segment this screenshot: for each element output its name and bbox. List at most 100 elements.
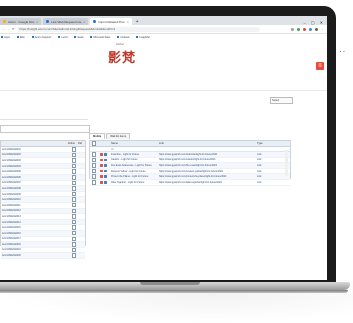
browser-tab-2[interactable]: Link Web Request Inte × xyxy=(43,18,89,25)
row-name: Protect the Planet - Light for Future xyxy=(111,175,149,179)
delete-icon[interactable] xyxy=(100,153,103,156)
column-header-name[interactable]: Name xyxy=(109,142,159,145)
bookmark-item[interactable]: Apps xyxy=(1,35,10,39)
row-checkbox[interactable] xyxy=(90,168,98,174)
row-checkbox[interactable] xyxy=(71,225,76,230)
edit-icon[interactable] xyxy=(104,153,107,156)
row-link[interactable]: https://www.gyaproh.com/respect-yellow/l… xyxy=(159,170,257,173)
close-icon[interactable]: × xyxy=(83,20,85,24)
row-link[interactable]: https://www.gyaproh.com/fire-evac/light-… xyxy=(159,164,257,167)
edit-icon[interactable] xyxy=(104,180,107,184)
filter-link[interactable]: - xyxy=(159,148,257,151)
reload-icon[interactable]: ⟳ xyxy=(12,27,15,31)
edit-icon[interactable] xyxy=(104,164,107,167)
row-checkbox[interactable] xyxy=(71,169,76,174)
edit-icon[interactable] xyxy=(104,175,107,178)
tab-mobile[interactable]: Mobile xyxy=(89,133,106,139)
extension-icon[interactable] xyxy=(297,27,300,31)
row-checkbox[interactable] xyxy=(90,152,98,157)
row-checkbox[interactable] xyxy=(71,236,76,242)
close-icon[interactable]: × xyxy=(127,20,129,24)
extension-icon[interactable] xyxy=(309,27,312,31)
row-name: Fire Evac Awareness - Light for Future xyxy=(111,163,152,167)
row-link[interactable]: https://www.gyaproh.com/protect-the-plan… xyxy=(159,175,257,178)
edit-icon[interactable] xyxy=(104,158,107,162)
bookmark-icon xyxy=(31,35,34,38)
bookmark-item[interactable]: Microsoft Sites xyxy=(90,35,110,39)
close-icon[interactable]: × xyxy=(36,20,38,24)
delete-icon[interactable] xyxy=(100,158,103,162)
row-checkbox[interactable] xyxy=(90,163,98,168)
bookmark-item[interactable]: Acorn Support xyxy=(31,35,51,39)
row-checkbox[interactable] xyxy=(71,191,76,197)
row-checkbox[interactable] xyxy=(71,163,76,169)
globe-icon xyxy=(93,20,97,23)
column-header-type[interactable]: Type xyxy=(257,142,287,145)
row-checkbox[interactable] xyxy=(71,208,76,214)
forward-icon[interactable]: → xyxy=(7,27,10,31)
row-label: Acorn99A0A0017 xyxy=(2,237,21,241)
filter-type[interactable]: - xyxy=(257,148,287,151)
filter-dropdown[interactable]: Select xyxy=(270,97,293,104)
row-checkbox[interactable] xyxy=(71,186,76,191)
row-checkbox[interactable] xyxy=(71,242,76,247)
profile-avatar[interactable] xyxy=(315,27,318,31)
row-label: Acorn99A0A0016 xyxy=(2,231,21,235)
delete-icon[interactable] xyxy=(100,164,103,167)
row-checkbox[interactable] xyxy=(90,180,98,185)
row-checkbox[interactable] xyxy=(71,219,76,225)
row-label: Acorn99A0A0007 xyxy=(2,181,21,185)
browser-tab-3[interactable]: Import Related Prov × xyxy=(90,18,132,25)
column-header[interactable]: Active xyxy=(68,142,75,145)
row-checkbox[interactable] xyxy=(71,214,76,219)
row-actions xyxy=(98,175,109,178)
bookmark-item[interactable]: Seek xyxy=(74,35,83,39)
row-checkbox[interactable] xyxy=(71,152,76,158)
right-tabs: Mobile Wait list items xyxy=(89,133,131,139)
scrollbar[interactable] xyxy=(285,150,288,176)
bookmark-item[interactable]: Lucid xyxy=(58,35,67,39)
row-checkbox[interactable] xyxy=(71,158,76,163)
column-header-link[interactable]: Link xyxy=(159,142,257,145)
delete-icon[interactable] xyxy=(100,180,103,184)
row-checkbox[interactable] xyxy=(90,174,98,179)
row-link[interactable]: https://www.gyaproh.com/caution/light-fo… xyxy=(159,158,257,161)
row-checkbox[interactable] xyxy=(71,175,76,180)
row-checkbox[interactable] xyxy=(71,202,76,208)
back-icon[interactable]: ← xyxy=(2,27,5,31)
row-type: Link xyxy=(257,158,262,162)
delete-icon[interactable] xyxy=(100,169,103,173)
row-checkbox[interactable] xyxy=(71,230,76,236)
app-header xyxy=(0,40,327,91)
row-checkbox[interactable] xyxy=(71,197,76,202)
row-checkbox[interactable] xyxy=(71,253,76,258)
menu-icon[interactable]: ⋮ xyxy=(321,27,324,31)
select-all-checkbox[interactable] xyxy=(90,141,98,146)
row-checkbox[interactable] xyxy=(71,147,76,152)
row-checkbox[interactable] xyxy=(71,180,76,186)
delete-icon[interactable] xyxy=(100,175,103,178)
row-link[interactable]: https://www.gyaproh.com/induction/light-… xyxy=(159,153,257,156)
filter-name[interactable]: All xyxy=(109,148,159,151)
extension-icon[interactable] xyxy=(303,27,306,31)
star-icon[interactable] xyxy=(291,27,294,31)
bookmark-item[interactable]: Insightful xyxy=(136,35,150,39)
row-checkbox[interactable] xyxy=(71,247,76,253)
column-header[interactable]: Def xyxy=(78,142,82,145)
tab-wait-list[interactable]: Wait list items xyxy=(106,133,131,139)
url-input[interactable]: https://insight.acorn.com/Site/Admin/Lin… xyxy=(16,26,260,32)
bookmark-item[interactable]: Ellis xyxy=(16,35,25,39)
divider xyxy=(0,119,88,120)
search-input[interactable] xyxy=(0,125,90,133)
row-link[interactable]: https://www.gyaproh.com/take-together/li… xyxy=(159,181,257,184)
row-checkbox[interactable] xyxy=(90,157,98,163)
row-label: Acorn99A0A0013 xyxy=(2,214,21,218)
bookmark-item[interactable]: Outlook xyxy=(117,35,129,39)
browser-tab-1[interactable]: Acorn - Google Driv × xyxy=(0,18,42,25)
edit-icon[interactable] xyxy=(104,169,107,173)
menu-button[interactable]: ≡ xyxy=(316,62,324,70)
laptop-bezel: Acorn - Google Driv × Link Web Request I… xyxy=(0,6,336,282)
table-row[interactable]: Acorn99A0A0020 xyxy=(1,253,85,259)
row-label: Acorn99A0A0001 xyxy=(2,147,21,151)
table-row[interactable]: Take Together - Light for Future https://… xyxy=(90,180,290,186)
